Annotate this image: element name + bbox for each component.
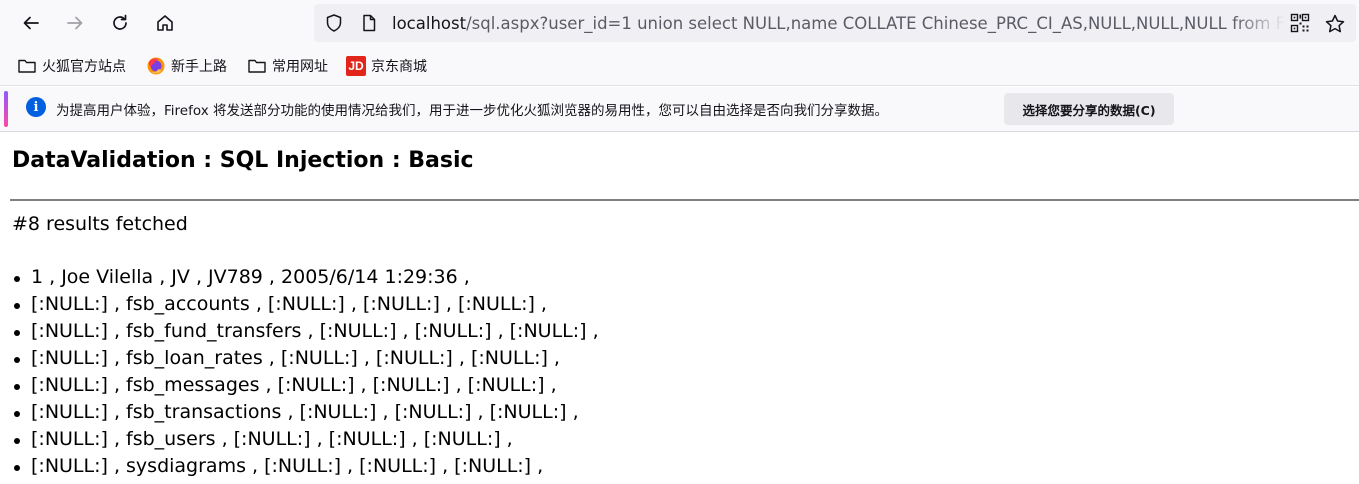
bookmark-star-icon[interactable] [1324, 13, 1346, 35]
home-icon [157, 15, 173, 31]
data-sharing-notification: i 为提高用户体验，Firefox 将发送部分功能的使用情况给我们，用于进一步优… [0, 87, 1359, 132]
folder-icon [248, 59, 266, 73]
bookmark-label: 京东商城 [371, 59, 427, 75]
list-item: [:NULL:] , fsb_fund_transfers , [:NULL:]… [12, 318, 599, 345]
back-button[interactable] [15, 7, 47, 39]
choose-data-to-share-button[interactable]: 选择您要分享的数据(C) [1004, 93, 1174, 125]
page-info-icon[interactable] [359, 13, 379, 33]
qr-code-icon[interactable] [1290, 13, 1310, 33]
reload-icon [113, 14, 127, 30]
page-title: DataValidation : SQL Injection : Basic [12, 148, 474, 173]
back-arrow-icon [23, 16, 39, 30]
bookmark-firefox-official[interactable]: 火狐官方站点 [17, 54, 126, 78]
home-button[interactable] [149, 7, 181, 39]
url-bar[interactable]: localhost/sql.aspx?user_id=1 union selec… [314, 4, 1356, 42]
reload-button[interactable] [104, 7, 136, 39]
list-item: [:NULL:] , fsb_users , [:NULL:] , [:NULL… [12, 426, 599, 453]
folder-icon [18, 59, 36, 73]
page-content: DataValidation : SQL Injection : Basic #… [0, 133, 1359, 484]
firefox-icon [147, 57, 165, 75]
url-path: /sql.aspx?user_id=1 union select NULL,na… [466, 14, 1286, 33]
list-item: [:NULL:] , fsb_accounts , [:NULL:] , [:N… [12, 291, 599, 318]
tracking-protection-shield-icon[interactable] [324, 13, 344, 33]
jd-icon: JD [346, 56, 366, 76]
forward-button[interactable] [59, 7, 91, 39]
url-text[interactable]: localhost/sql.aspx?user_id=1 union selec… [392, 13, 1286, 35]
bookmark-common-sites[interactable]: 常用网址 [247, 54, 328, 78]
horizontal-rule [10, 199, 1359, 201]
notification-message: 为提高用户体验，Firefox 将发送部分功能的使用情况给我们，用于进一步优化火… [56, 103, 888, 119]
bookmark-jd-mall[interactable]: JD 京东商城 [346, 54, 427, 78]
results-list: 1 , Joe Vilella , JV , JV789 , 2005/6/14… [12, 264, 599, 480]
bookmarks-toolbar: 火狐官方站点 新手上路 常用网址 JD 京东商城 [0, 46, 1359, 86]
list-item: [:NULL:] , fsb_transactions , [:NULL:] ,… [12, 399, 599, 426]
bookmark-getting-started[interactable]: 新手上路 [146, 54, 227, 78]
bookmark-label: 火狐官方站点 [42, 59, 126, 75]
url-host: localhost [392, 14, 467, 33]
bookmark-label: 常用网址 [272, 59, 328, 75]
notification-accent-bar [4, 91, 8, 127]
list-item: [:NULL:] , fsb_loan_rates , [:NULL:] , [… [12, 345, 599, 372]
list-item: [:NULL:] , sysdiagrams , [:NULL:] , [:NU… [12, 453, 599, 480]
info-icon: i [26, 97, 46, 117]
list-item: [:NULL:] , fsb_messages , [:NULL:] , [:N… [12, 372, 599, 399]
list-item: 1 , Joe Vilella , JV , JV789 , 2005/6/14… [12, 264, 599, 291]
navigation-toolbar: localhost/sql.aspx?user_id=1 union selec… [0, 0, 1359, 46]
bookmark-label: 新手上路 [171, 59, 227, 75]
forward-arrow-icon [67, 16, 83, 30]
result-count: #8 results fetched [12, 213, 188, 235]
